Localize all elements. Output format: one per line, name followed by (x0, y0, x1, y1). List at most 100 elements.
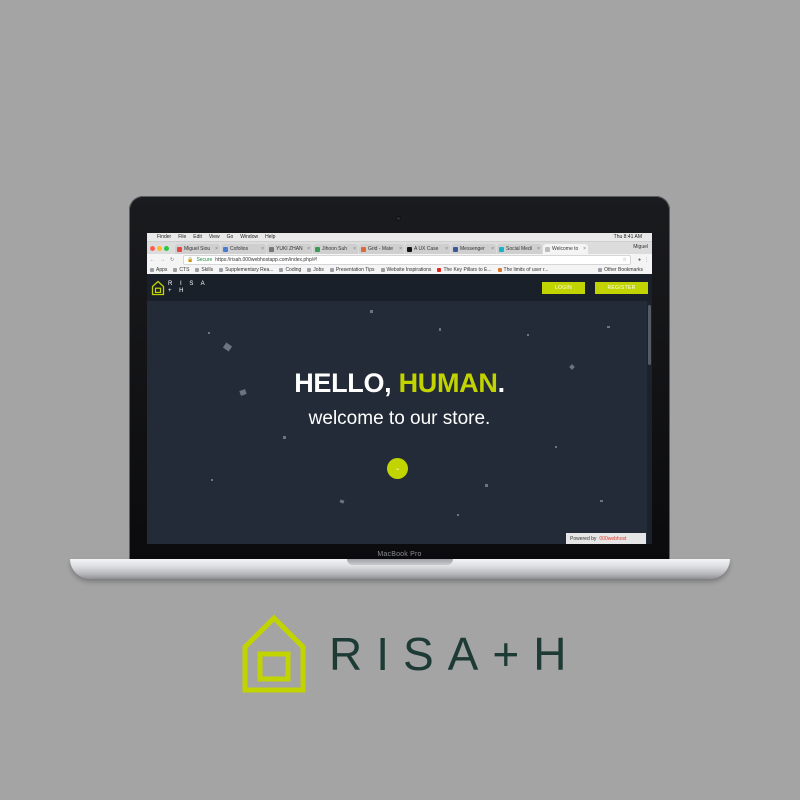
powered-by-badge[interactable]: Powered by 000webhost (566, 533, 646, 544)
laptop-base (70, 559, 730, 579)
bookmark-key-pillars[interactable]: The Key Pillars to E... (437, 267, 492, 273)
hero-title: HELLO, HUMAN. (147, 368, 652, 399)
bookmark-limits[interactable]: The limits of user r... (497, 267, 549, 273)
tab-close-icon[interactable]: × (583, 246, 586, 252)
tab-close-icon[interactable]: × (537, 246, 540, 252)
menu-window[interactable]: Window (240, 234, 258, 240)
bookmark-skills[interactable]: Skills (195, 267, 213, 273)
tab-favicon-icon (269, 246, 274, 252)
reload-icon[interactable]: ↻ (170, 257, 174, 263)
tab-close-icon[interactable]: × (215, 246, 218, 252)
browser-toolbar: ← → ↻ 🔒 Secure https://risah.000webhosta… (147, 254, 652, 265)
tab-close-icon[interactable]: × (261, 246, 264, 252)
tab-close-icon[interactable]: × (353, 246, 356, 252)
bookmark-other[interactable]: Other Bookmarks (598, 267, 643, 273)
tab-favicon-icon (499, 246, 504, 252)
laptop-notch (347, 559, 453, 565)
close-window-button[interactable] (150, 245, 155, 251)
house-logo-icon (151, 280, 165, 295)
bookmark-star-icon[interactable]: ☆ (622, 257, 626, 263)
browser-tabbar: Miguel Siou × Cofolios × YUKI ZHAN × Jihoon… (147, 242, 652, 254)
tab-label: Miguel Siou (184, 246, 211, 252)
brand-name: RISA+H (329, 628, 581, 680)
folder-icon (195, 267, 200, 272)
url-text: https://risah.000webhostapp.com/index.ph… (215, 256, 318, 263)
browser-tab-active[interactable]: Welcome to × (543, 244, 588, 254)
confetti-shard (457, 514, 459, 516)
bookmark-supplementary[interactable]: Supplementary Rea... (219, 267, 273, 273)
address-bar[interactable]: 🔒 Secure https://risah.000webhostapp.com… (183, 254, 631, 265)
secure-label: Secure (196, 256, 213, 263)
extension-icon[interactable]: ● (638, 257, 641, 263)
tab-close-icon[interactable]: × (445, 246, 448, 252)
maximize-window-button[interactable] (164, 245, 169, 251)
bookmark-jobs[interactable]: Jobs (307, 267, 324, 273)
bookmark-presentation-tips[interactable]: Presentation Tips (329, 267, 375, 273)
hero-human: HUMAN (398, 368, 498, 398)
page-scrollbar[interactable] (647, 301, 652, 544)
logo-text-line2: + H (168, 287, 187, 294)
confetti-shard (222, 342, 233, 352)
menu-edit[interactable]: Edit (193, 234, 202, 240)
menu-file[interactable]: File (178, 234, 186, 240)
menu-view[interactable]: View (209, 234, 220, 240)
tab-favicon-icon (545, 246, 550, 252)
browser-tab[interactable]: Social Medi × (497, 244, 542, 254)
bookmark-website-inspirations[interactable]: Website Inspirations (380, 267, 431, 273)
confetti-shard (607, 326, 610, 328)
tab-label: Grid - Mate (368, 246, 394, 252)
scroll-down-button[interactable]: ⌄ (387, 458, 408, 479)
hero-hello: HELLO, (294, 368, 399, 398)
bookmark-coding[interactable]: Coding (279, 267, 301, 273)
bookmark-cts[interactable]: CTS (173, 267, 189, 273)
logo-text-line1: R I S A (168, 280, 208, 287)
minimize-window-button[interactable] (157, 245, 162, 251)
window-controls (150, 242, 171, 254)
tab-label: Cofolios (230, 246, 249, 252)
folder-icon (598, 267, 603, 272)
bookmark-apps[interactable]: Apps (150, 267, 167, 273)
profile-name[interactable]: Miguel (633, 244, 648, 250)
menu-finder[interactable]: Finder (157, 234, 171, 240)
scrollbar-thumb[interactable] (648, 305, 651, 365)
confetti-shard (211, 479, 213, 481)
house-logo-icon (242, 614, 306, 693)
tab-label: YUKI ZHAN (276, 246, 303, 252)
browser-tab[interactable]: Miguel Siou × (175, 244, 220, 254)
folder-icon (329, 267, 334, 272)
brand-logo: RISA+H (241, 614, 580, 694)
macos-menubar: Finder File Edit View Go Window Help Thu… (147, 233, 652, 242)
menu-kebab-icon[interactable]: ⋮ (644, 257, 649, 263)
site-header: R I S A + H LOGIN REGISTER (147, 274, 652, 301)
folder-icon (219, 267, 224, 272)
menu-help[interactable]: Help (265, 234, 275, 240)
tab-favicon-icon (407, 246, 412, 252)
tab-close-icon[interactable]: × (399, 246, 402, 252)
forward-icon[interactable]: → (160, 257, 165, 263)
browser-tab[interactable]: A UX Case × (405, 244, 450, 254)
tab-close-icon[interactable]: × (307, 246, 310, 252)
browser-tab[interactable]: Jihoon Suh × (313, 244, 358, 254)
folder-icon (173, 267, 178, 272)
lock-icon: 🔒 (187, 256, 194, 263)
hero-subtitle: welcome to our store. (308, 408, 491, 429)
register-button[interactable]: REGISTER (595, 281, 648, 294)
camera (396, 216, 401, 221)
laptop-screen: Finder File Edit View Go Window Help Thu… (147, 233, 652, 544)
site-logo[interactable]: R I S A + H (151, 280, 208, 296)
browser-tab[interactable]: Messenger × (451, 244, 496, 254)
browser-tab[interactable]: Cofolios × (221, 244, 266, 254)
login-button[interactable]: LOGIN (542, 281, 585, 294)
confetti-shard (527, 334, 529, 336)
back-icon[interactable]: ← (150, 257, 155, 263)
tab-favicon-icon (177, 246, 182, 252)
apps-icon (150, 267, 154, 272)
menu-go[interactable]: Go (227, 234, 234, 240)
browser-tab[interactable]: YUKI ZHAN × (267, 244, 312, 254)
tab-label: Social Medi (506, 246, 532, 252)
tab-close-icon[interactable]: × (491, 246, 494, 252)
confetti-shard (555, 446, 557, 448)
browser-tab[interactable]: Grid - Mate × (359, 244, 404, 254)
chevron-down-icon: ⌄ (394, 466, 401, 472)
powered-by-brand: 000webhost (599, 535, 627, 542)
